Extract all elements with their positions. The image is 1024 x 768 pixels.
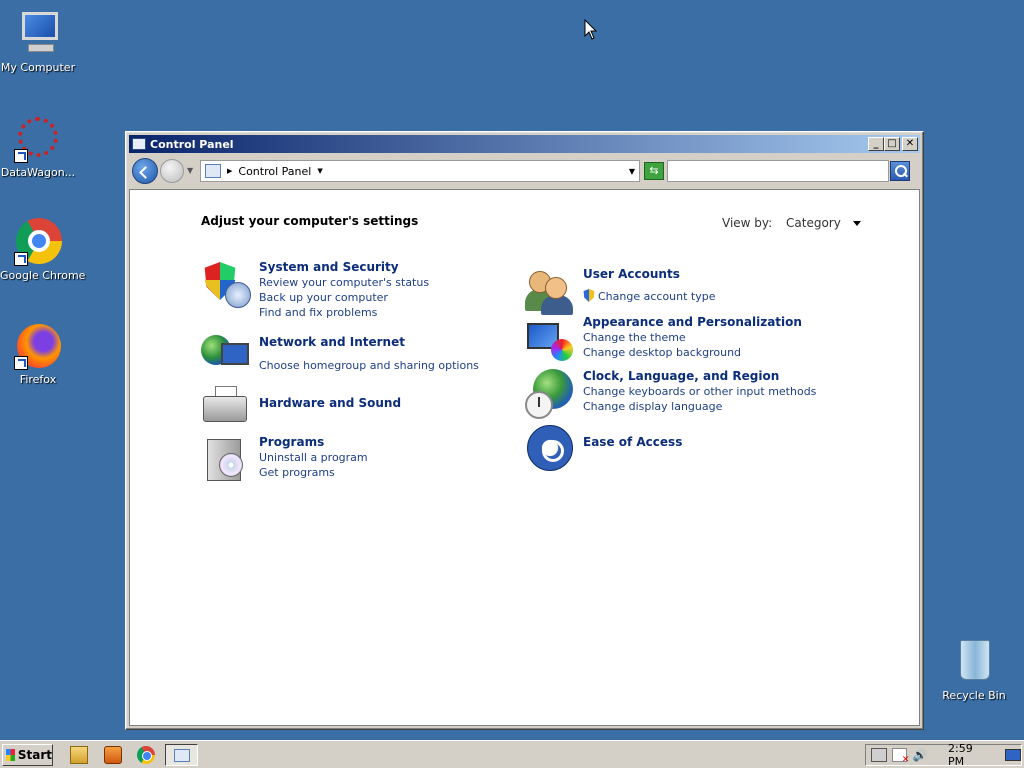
task-link[interactable]: Back up your computer [259,290,429,305]
category-appearance-and-personalization: Appearance and Personalization Change th… [525,315,802,365]
category-title[interactable]: Network and Internet [259,335,479,350]
chrome-icon[interactable] [137,746,155,764]
system-tray: 🔊 2:59 PM [865,742,1022,768]
control-panel-window: Control Panel _ □ ✕ ▼ ▶ Control Panel ▼ … [125,131,924,730]
network-icon[interactable] [201,335,251,385]
control-panel-icon [173,748,190,762]
explorer-icon[interactable] [70,746,88,764]
media-player-icon[interactable] [104,746,122,764]
desktop-icon-firefox[interactable]: Firefox [0,322,76,386]
computer-icon [14,10,62,58]
view-by-label: View by: [722,216,773,230]
taskbar-button-control-panel[interactable] [165,744,198,766]
category-title[interactable]: Ease of Access [583,435,682,450]
datawagon-icon [14,115,62,163]
task-link[interactable]: Choose homegroup and sharing options [259,358,479,373]
task-link[interactable]: Find and fix problems [259,305,429,320]
category-ease-of-access: Ease of Access [525,423,682,473]
volume-icon[interactable]: 🔊 [912,748,928,762]
task-link[interactable]: Change keyboards or other input methods [583,384,816,399]
start-label: Start [17,748,52,762]
address-bar[interactable]: ▶ Control Panel ▼ ▼ [200,160,640,182]
task-link[interactable]: Uninstall a program [259,450,368,465]
network-tray-icon[interactable] [871,748,887,762]
category-clock-language-and-region: Clock, Language, and Region Change keybo… [525,369,816,419]
desktop-icon-recycle-bin[interactable]: Recycle Bin [936,638,1012,702]
category-system-and-security: System and Security Review your computer… [201,260,429,320]
navigation-bar: ▼ ▶ Control Panel ▼ ▼ ⇆ [129,156,920,186]
show-desktop-icon[interactable] [1005,749,1022,761]
task-link[interactable]: Change display language [583,399,816,414]
printer-icon[interactable] [201,386,251,436]
desktop-icon-datawagon[interactable]: DataWagon... [0,115,76,179]
task-link[interactable]: Change account type [598,290,716,303]
shortcut-arrow-icon [14,356,28,370]
minimize-button[interactable]: _ [868,137,884,151]
desktop-icon-label: My Computer [0,61,76,74]
view-by: View by: Category [722,216,861,230]
shield-icon[interactable] [201,260,251,310]
page-title: Adjust your computer's settings [201,214,419,228]
appearance-icon[interactable] [525,315,575,365]
search-icon[interactable] [890,161,910,181]
category-programs: Programs Uninstall a program Get program… [201,435,368,485]
task-link[interactable]: Review your computer's status [259,275,429,290]
title-bar[interactable]: Control Panel _ □ ✕ [129,135,920,153]
breadcrumb-control-panel[interactable]: Control Panel [238,165,311,178]
address-history-dropdown[interactable]: ▼ [629,167,635,176]
category-user-accounts: User Accounts Change account type [525,267,716,317]
category-hardware-and-sound: Hardware and Sound [201,386,401,436]
forward-button[interactable] [160,159,184,183]
shortcut-arrow-icon [14,149,28,163]
desktop-icon-label: Google Chrome [0,269,86,282]
programs-icon[interactable] [201,435,251,485]
category-title[interactable]: Clock, Language, and Region [583,369,816,384]
clock-globe-icon[interactable] [525,369,575,419]
task-link[interactable]: Change desktop background [583,345,802,360]
desktop-icon-label: Recycle Bin [942,689,1006,702]
firefox-icon [14,322,62,370]
category-title[interactable]: System and Security [259,260,429,275]
desktop-icon-label: DataWagon... [0,166,76,179]
close-button[interactable]: ✕ [902,137,918,151]
search-box[interactable] [667,160,889,182]
breadcrumb-dropdown-icon[interactable]: ▼ [317,167,322,175]
taskbar-clock[interactable]: 2:59 PM [948,742,991,768]
refresh-button[interactable]: ⇆ [644,162,664,180]
task-link[interactable]: Get programs [259,465,368,480]
recycle-bin-icon [950,638,998,686]
users-icon[interactable] [525,267,575,317]
desktop-icon-google-chrome[interactable]: Google Chrome [0,218,86,282]
control-panel-icon [205,164,221,178]
view-by-dropdown[interactable]: Category [786,216,841,230]
control-panel-content: Adjust your computer's settings View by:… [129,189,920,726]
action-center-icon[interactable] [891,748,909,765]
desktop-icon-my-computer[interactable]: My Computer [0,10,76,74]
uac-shield-icon [583,289,595,302]
chevron-down-icon[interactable] [852,221,861,226]
windows-logo-icon [6,749,15,761]
control-panel-icon [132,138,146,150]
recent-pages-dropdown[interactable]: ▼ [187,166,197,176]
breadcrumb-arrow-icon[interactable]: ▶ [227,167,232,175]
task-link[interactable]: Change the theme [583,330,802,345]
search-input[interactable] [668,161,888,181]
back-button[interactable] [132,158,158,184]
window-title: Control Panel [150,137,234,151]
ease-of-access-icon[interactable] [525,423,575,473]
start-button[interactable]: Start [2,744,53,766]
chrome-icon [14,218,62,266]
desktop-icon-label: Firefox [19,373,57,386]
shortcut-arrow-icon [14,252,28,266]
category-title[interactable]: Hardware and Sound [259,396,401,411]
category-title[interactable]: Programs [259,435,368,450]
category-title[interactable]: Appearance and Personalization [583,315,802,330]
taskbar: Start 🔊 2:59 PM [0,740,1024,768]
maximize-button[interactable]: □ [884,137,900,151]
category-network-and-internet: Network and Internet Choose homegroup an… [201,335,479,385]
category-title[interactable]: User Accounts [583,267,716,282]
